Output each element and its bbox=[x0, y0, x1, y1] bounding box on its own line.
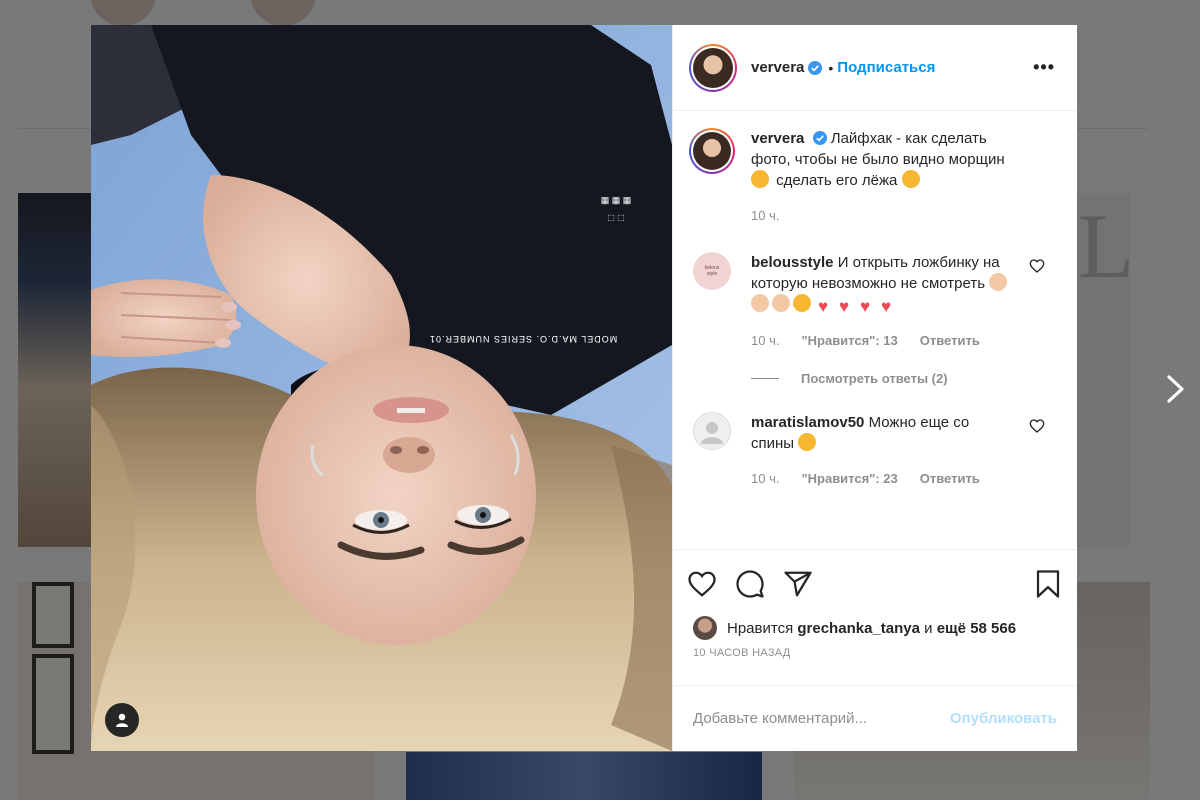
worried-face-emoji-icon bbox=[798, 433, 817, 451]
comment-input[interactable] bbox=[693, 710, 950, 727]
follow-button[interactable]: Подписаться bbox=[837, 59, 935, 76]
separator-dot: • bbox=[828, 59, 834, 76]
commenter-avatar[interactable] bbox=[693, 412, 731, 450]
clapping-hands-emoji-icon bbox=[751, 294, 769, 312]
add-comment-bar: Опубликовать bbox=[673, 685, 1077, 751]
post-header: ververa • Подписаться ••• bbox=[673, 25, 1077, 111]
squinting-tongue-emoji-icon bbox=[751, 170, 769, 188]
comment-item: maratislamov50 Можно еще со спины 10 ч. … bbox=[689, 412, 1061, 489]
caption-text-2: сделать его лёжа bbox=[776, 172, 898, 189]
verified-badge-icon bbox=[812, 131, 827, 145]
bookmark-icon[interactable] bbox=[1033, 569, 1063, 599]
comment-bubble-icon[interactable] bbox=[735, 569, 765, 599]
caption-time: 10 ч. bbox=[751, 208, 780, 223]
comment-time: 10 ч. bbox=[751, 333, 780, 348]
red-heart-emoji-icon: ♥ bbox=[838, 297, 850, 316]
chevron-right-icon[interactable] bbox=[1160, 372, 1190, 406]
publish-button[interactable]: Опубликовать bbox=[950, 710, 1057, 727]
comment-likes-count[interactable]: "Нравится": 23 bbox=[801, 468, 897, 489]
shirt-print-text: MODEL MA.D.O. SERIES NUMBER.01 bbox=[429, 334, 618, 344]
thumbs-up-emoji-icon bbox=[772, 294, 790, 312]
red-heart-emoji-icon: ♥ bbox=[817, 297, 829, 316]
likes-user-link[interactable]: grechanka_tanya bbox=[797, 620, 920, 637]
user-tag-icon[interactable] bbox=[105, 703, 139, 737]
likes-prefix: Нравится bbox=[727, 619, 794, 637]
svg-text:⬚ ⬚: ⬚ ⬚ bbox=[607, 213, 624, 222]
heart-icon[interactable] bbox=[1029, 258, 1045, 274]
post-sidebar: ververa • Подписаться ••• ververa Лайфха… bbox=[672, 25, 1077, 751]
likes-conjunction: и bbox=[924, 619, 933, 637]
comment-username[interactable]: belousstyle bbox=[751, 254, 834, 271]
clapping-hands-emoji-icon bbox=[989, 273, 1008, 291]
author-username[interactable]: ververa bbox=[751, 59, 804, 76]
reply-button[interactable]: Ответить bbox=[920, 330, 980, 351]
likes-summary: Нравится grechanka_tanya и ещё 58 566 bbox=[673, 616, 1077, 640]
post-modal: ▦ ▦ ▦ ⬚ ⬚ MODEL MA.D.O. SERIES NUMBER.01… bbox=[91, 25, 1077, 751]
comment-username[interactable]: maratislamov50 bbox=[751, 414, 864, 431]
reply-button[interactable]: Ответить bbox=[920, 468, 980, 489]
comment-item: belous style belousstyle И открыть ложби… bbox=[689, 252, 1061, 351]
red-heart-emoji-icon: ♥ bbox=[880, 297, 892, 316]
caption-author-avatar[interactable] bbox=[689, 128, 735, 174]
post-caption: ververa Лайфхак - как сделать фото, чтоб… bbox=[689, 128, 1061, 226]
heart-icon[interactable] bbox=[687, 569, 717, 599]
laughing-emoji-icon bbox=[793, 294, 811, 312]
view-replies-button[interactable]: Посмотреть ответы (2) bbox=[751, 371, 1061, 386]
paper-plane-icon[interactable] bbox=[783, 569, 813, 599]
verified-badge-icon bbox=[808, 60, 823, 75]
rofl-emoji-icon bbox=[901, 170, 920, 188]
default-avatar-icon bbox=[701, 422, 723, 444]
heart-icon[interactable] bbox=[1029, 418, 1045, 434]
post-photo-illustration: ▦ ▦ ▦ ⬚ ⬚ bbox=[91, 25, 672, 751]
post-actions-bar bbox=[673, 549, 1077, 617]
comment-likes-count[interactable]: "Нравится": 13 bbox=[801, 330, 897, 351]
post-photo[interactable]: ▦ ▦ ▦ ⬚ ⬚ MODEL MA.D.O. SERIES NUMBER.01 bbox=[91, 25, 672, 751]
caption-username[interactable]: ververa bbox=[751, 130, 804, 147]
more-options-button[interactable]: ••• bbox=[1027, 57, 1061, 78]
comments-list: ververa Лайфхак - как сделать фото, чтоб… bbox=[673, 111, 1077, 549]
red-heart-emoji-icon: ♥ bbox=[859, 297, 871, 316]
author-avatar[interactable] bbox=[689, 43, 737, 92]
view-replies-label: Посмотреть ответы (2) bbox=[801, 371, 948, 386]
commenter-avatar[interactable]: belous style bbox=[693, 252, 731, 290]
commenter-avatar-logo: belous style bbox=[704, 265, 720, 277]
liker-avatar[interactable] bbox=[693, 616, 717, 640]
comment-time: 10 ч. bbox=[751, 471, 780, 486]
likes-count-link[interactable]: ещё 58 566 bbox=[937, 620, 1016, 637]
svg-text:▦ ▦ ▦: ▦ ▦ ▦ bbox=[601, 195, 632, 205]
post-timestamp: 10 ЧАСОВ НАЗАД bbox=[693, 647, 791, 659]
view-replies-line bbox=[751, 378, 779, 379]
